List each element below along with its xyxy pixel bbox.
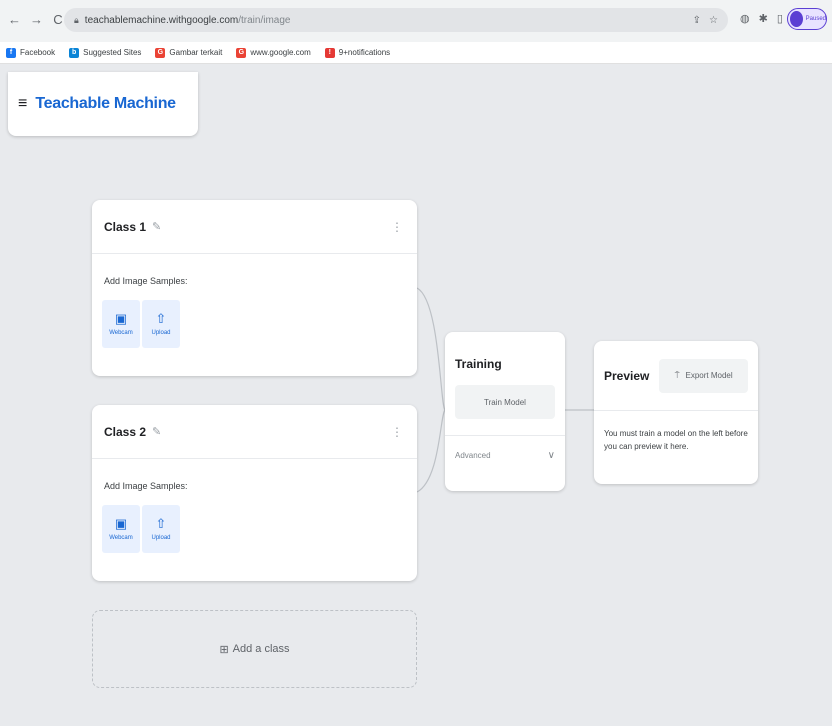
add-box-icon: ⊞ xyxy=(219,643,229,656)
add-class-button[interactable]: ⊞ Add a class xyxy=(92,610,417,688)
preview-card: Preview ⍑ Export Model You must train a … xyxy=(594,341,758,484)
webcam-label: Webcam xyxy=(109,535,133,541)
chevron-down-icon: ∨ xyxy=(547,450,555,461)
class-card: Class 2 ✎ ⋮ Add Image Samples: ▣ Webcam … xyxy=(92,405,417,581)
sample-buttons: ▣ Webcam ⇧ Upload xyxy=(102,505,417,553)
training-card: Training Train Model Advanced ∨ xyxy=(445,332,565,491)
class-name[interactable]: Class 1 xyxy=(104,220,146,234)
add-samples-label: Add Image Samples: xyxy=(104,481,188,491)
class-card-header: Class 1 ✎ ⋮ xyxy=(92,200,417,254)
upload-label: Upload xyxy=(151,535,171,541)
export-model-button[interactable]: ⍑ Export Model xyxy=(659,358,748,393)
training-title: Training xyxy=(455,357,502,371)
upload-label: Upload xyxy=(151,330,171,336)
upload-icon: ⇧ xyxy=(155,516,167,531)
advanced-toggle[interactable]: Advanced ∨ xyxy=(445,436,565,461)
add-samples-label: Add Image Samples: xyxy=(104,276,188,286)
webcam-label: Webcam xyxy=(109,330,133,336)
preview-title: Preview xyxy=(604,368,650,383)
export-label: Export Model xyxy=(685,371,733,380)
webcam-icon: ▣ xyxy=(114,311,128,326)
export-icon: ⍑ xyxy=(674,370,680,380)
app-title: Teachable Machine xyxy=(35,95,176,112)
app-header: ≡ Teachable Machine xyxy=(8,72,198,136)
train-model-button[interactable]: Train Model xyxy=(455,385,555,419)
upload-button[interactable]: ⇧ Upload xyxy=(142,505,180,553)
preview-header: Preview ⍑ Export Model xyxy=(594,341,758,411)
upload-button[interactable]: ⇧ Upload xyxy=(142,300,180,348)
sample-buttons: ▣ Webcam ⇧ Upload xyxy=(102,300,417,348)
preview-message: You must train a model on the left befor… xyxy=(604,429,748,451)
pencil-icon[interactable]: ✎ xyxy=(152,425,161,438)
class-card: Class 1 ✎ ⋮ Add Image Samples: ▣ Webcam … xyxy=(92,200,417,376)
class-card-header: Class 2 ✎ ⋮ xyxy=(92,405,417,459)
upload-icon: ⇧ xyxy=(155,311,167,326)
class-name[interactable]: Class 2 xyxy=(104,425,146,439)
add-class-label: Add a class xyxy=(232,643,290,655)
more-options-icon[interactable]: ⋮ xyxy=(391,425,403,439)
hamburger-menu-icon[interactable]: ≡ xyxy=(18,95,27,113)
webcam-button[interactable]: ▣ Webcam xyxy=(102,300,140,348)
webcam-icon: ▣ xyxy=(114,516,128,531)
more-options-icon[interactable]: ⋮ xyxy=(391,220,403,234)
webcam-button[interactable]: ▣ Webcam xyxy=(102,505,140,553)
pencil-icon[interactable]: ✎ xyxy=(152,220,161,233)
advanced-label: Advanced xyxy=(455,451,491,460)
